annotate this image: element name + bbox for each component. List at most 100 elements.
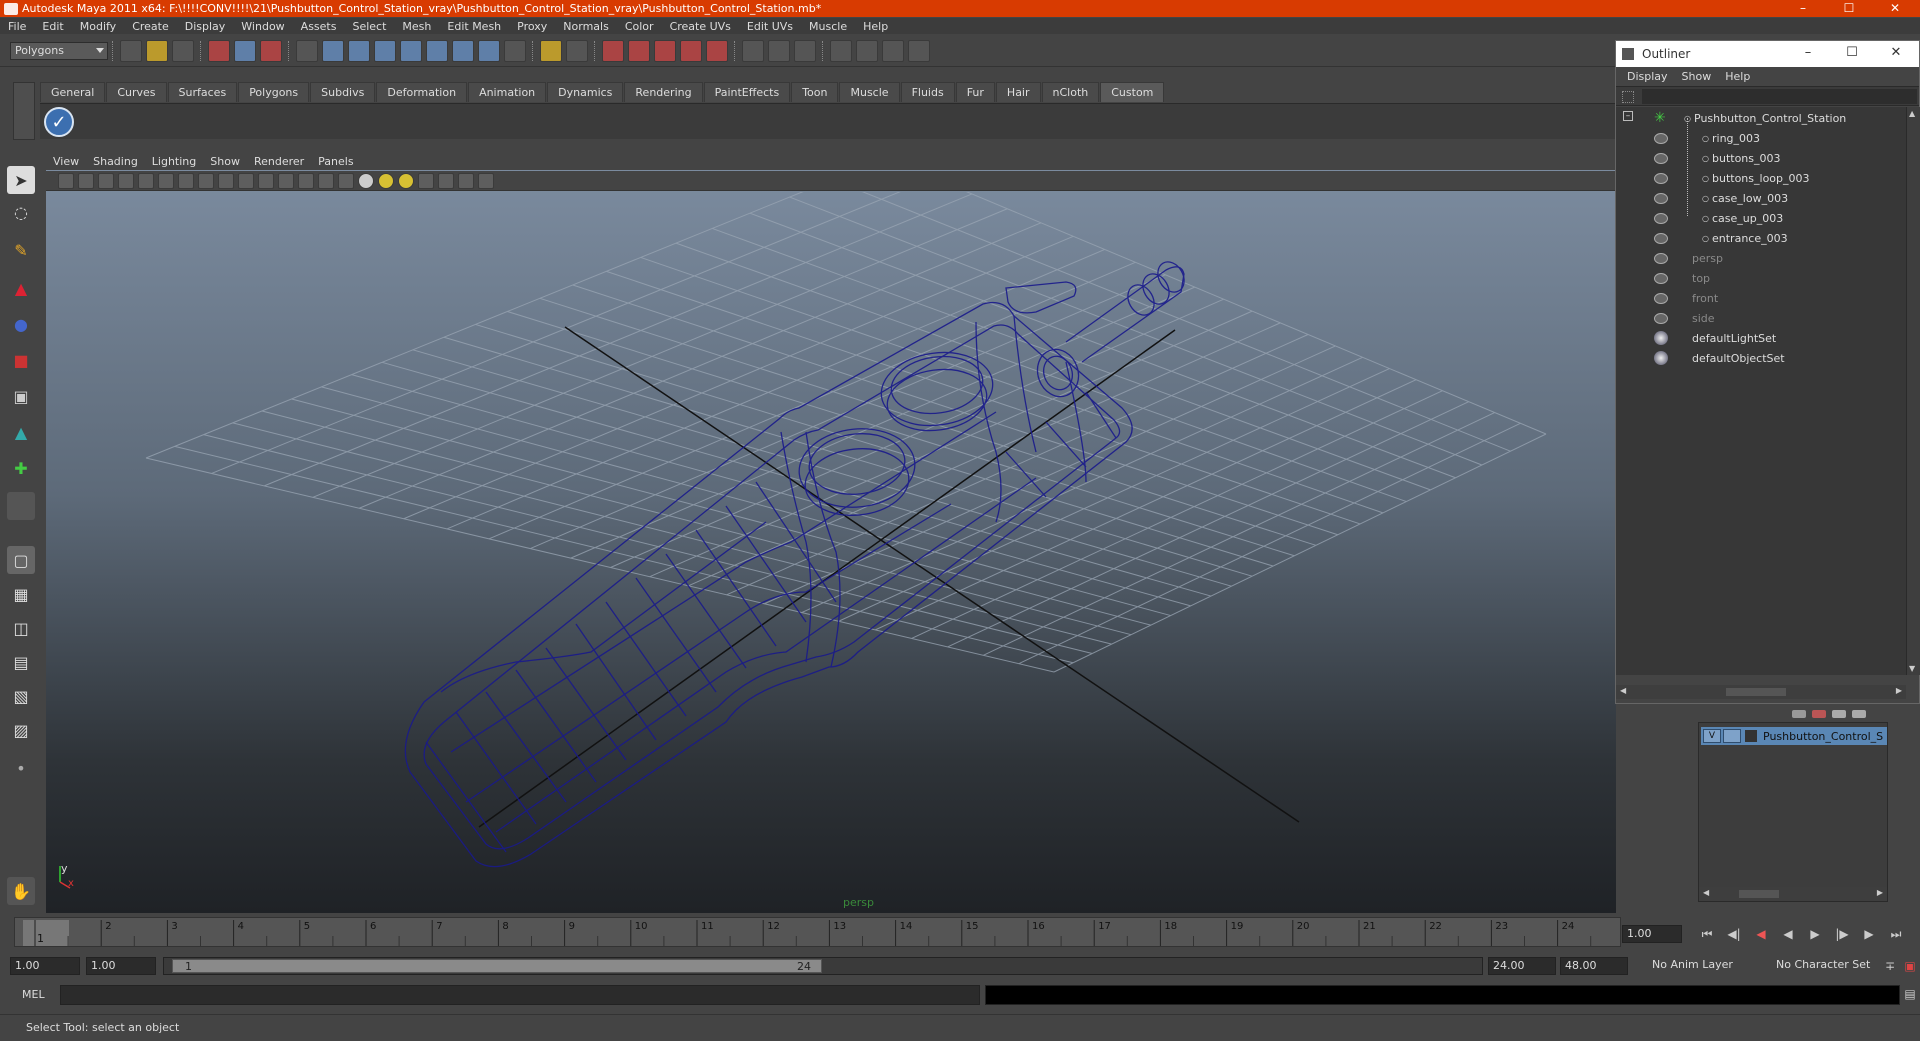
new-layer-selected-icon[interactable]: [1832, 710, 1846, 718]
all-lights-icon[interactable]: [378, 172, 394, 189]
bookmark-icon[interactable]: [98, 172, 114, 189]
outliner-item[interactable]: top: [1616, 268, 1906, 288]
scene-canvas[interactable]: y x persp: [46, 192, 1616, 913]
current-frame-field[interactable]: 1.00: [1622, 925, 1682, 943]
scroll-right-icon[interactable]: ▶: [1896, 686, 1902, 695]
shelf-tab-animation[interactable]: Animation: [468, 82, 547, 102]
menu-assets[interactable]: Assets: [293, 20, 345, 33]
xray-icon[interactable]: [438, 172, 454, 189]
single-perspective-layout-icon[interactable]: ▢: [7, 546, 35, 574]
range-slider-track[interactable]: 1 24: [163, 957, 1483, 975]
menu-display[interactable]: Display: [177, 20, 234, 33]
expand-dot-icon[interactable]: ○: [1702, 134, 1709, 143]
outliner-item[interactable]: ○ case_low_003: [1616, 188, 1906, 208]
shelf-tab-fur[interactable]: Fur: [955, 82, 995, 102]
magnet-icon[interactable]: [602, 39, 624, 62]
scroll-down-icon[interactable]: ▼: [1909, 664, 1915, 673]
pushbutton-control-station-wireframe[interactable]: [404, 257, 1189, 868]
paint-select-tool-icon[interactable]: ✎: [7, 236, 35, 264]
outliner-minimize-icon[interactable]: –: [1793, 45, 1823, 60]
outliner-item[interactable]: ○ ring_003: [1616, 128, 1906, 148]
scroll-thumb[interactable]: [1726, 688, 1786, 696]
layer-color-swatch[interactable]: [1745, 730, 1757, 742]
hypershade-layout-icon[interactable]: ▧: [7, 682, 35, 710]
animation-preferences-icon[interactable]: ▣: [1900, 957, 1920, 975]
viewport-menu-view[interactable]: View: [46, 155, 86, 168]
expand-dot-icon[interactable]: ○: [1702, 174, 1709, 183]
help-icon[interactable]: [504, 39, 526, 62]
safe-action-icon[interactable]: [238, 172, 254, 189]
move-tool-icon[interactable]: ▲: [7, 274, 35, 302]
show-channel-box-icon[interactable]: [882, 39, 904, 62]
character-set-dropdown[interactable]: No Character Set: [1772, 957, 1880, 975]
menu-window[interactable]: Window: [233, 20, 292, 33]
playback-end-field[interactable]: 24.00: [1488, 957, 1556, 975]
outliner-item[interactable]: ○ buttons_loop_003: [1616, 168, 1906, 188]
expand-dot-icon[interactable]: ○: [1702, 214, 1709, 223]
select-tool-icon[interactable]: ➤: [7, 166, 35, 194]
safe-title-icon[interactable]: [258, 172, 274, 189]
outliner-filter-input[interactable]: [1642, 89, 1917, 104]
outliner-item[interactable]: defaultLightSet: [1616, 328, 1906, 348]
outliner-menu-display[interactable]: Display: [1620, 70, 1675, 83]
menu-color[interactable]: Color: [617, 20, 662, 33]
minimize-icon[interactable]: –: [1780, 0, 1826, 17]
select-object-icon[interactable]: [234, 39, 256, 62]
shelf-tab-fluids[interactable]: Fluids: [900, 82, 955, 102]
soft-modification-icon[interactable]: ▲: [7, 418, 35, 446]
rotate-tool-icon[interactable]: ●: [7, 310, 35, 338]
viewport-menu-panels[interactable]: Panels: [311, 155, 360, 168]
mel-label[interactable]: MEL: [22, 988, 45, 1001]
persp-outliner-layout-icon[interactable]: ◫: [7, 614, 35, 642]
lasso-tool-icon[interactable]: ◌: [7, 198, 35, 226]
scale-tool-icon[interactable]: ■: [7, 346, 35, 374]
shelf-tab-dynamics[interactable]: Dynamics: [547, 82, 624, 102]
outliner-maximize-icon[interactable]: ☐: [1837, 45, 1867, 60]
layer-row[interactable]: V Pushbutton_Control_Stat: [1701, 727, 1887, 745]
shelf-tab-subdivs[interactable]: Subdivs: [310, 82, 376, 102]
outliner-vertical-scrollbar[interactable]: ▲ ▼: [1906, 107, 1920, 675]
ipr-render-icon[interactable]: [768, 39, 790, 62]
step-back-key-icon[interactable]: ◀|: [1724, 925, 1744, 943]
film-gate-icon[interactable]: [158, 172, 174, 189]
animation-end-field[interactable]: 48.00: [1560, 957, 1628, 975]
outliner-item[interactable]: ○ entrance_003: [1616, 228, 1906, 248]
animation-start-field[interactable]: 1.00: [10, 957, 80, 975]
viewport-menu-show[interactable]: Show: [203, 155, 247, 168]
scroll-thumb[interactable]: [1739, 890, 1779, 898]
command-input[interactable]: [60, 985, 980, 1005]
scroll-right-icon[interactable]: ▶: [1877, 888, 1883, 897]
menu-help[interactable]: Help: [855, 20, 896, 33]
menu-file[interactable]: File: [0, 20, 34, 33]
maximize-icon[interactable]: ☐: [1826, 0, 1872, 17]
viewport-menu-lighting[interactable]: Lighting: [145, 155, 203, 168]
snap-curves-icon[interactable]: [628, 39, 650, 62]
camera-attributes-icon[interactable]: [78, 172, 94, 189]
snap-points-icon[interactable]: [654, 39, 676, 62]
expand-dot-icon[interactable]: ○: [1702, 194, 1709, 203]
menu-normals[interactable]: Normals: [555, 20, 617, 33]
hand-grab-icon[interactable]: ✋: [7, 877, 35, 905]
select-component-icon[interactable]: [260, 39, 282, 62]
new-scene-icon[interactable]: [120, 39, 142, 62]
shelf-tab-painteffects[interactable]: PaintEffects: [703, 82, 791, 102]
layer-horizontal-scrollbar[interactable]: ◀ ▶: [1699, 887, 1887, 901]
close-icon[interactable]: ✕: [1872, 0, 1918, 17]
history-icon[interactable]: [452, 39, 474, 62]
shelf-tab-toon[interactable]: Toon: [791, 82, 839, 102]
outliner-item[interactable]: persp: [1616, 248, 1906, 268]
wireframe-on-shaded-icon[interactable]: [318, 172, 334, 189]
menu-muscle[interactable]: Muscle: [801, 20, 855, 33]
gate-mask-icon[interactable]: [198, 172, 214, 189]
select-camera-icon[interactable]: [58, 172, 74, 189]
grid-toggle-icon[interactable]: [138, 172, 154, 189]
live-surface-icon[interactable]: [706, 39, 728, 62]
snap-surface-icon[interactable]: [680, 39, 702, 62]
select-by-type-icon[interactable]: [296, 39, 318, 62]
menu-select[interactable]: Select: [344, 20, 394, 33]
shelf-tab-polygons[interactable]: Polygons: [238, 82, 310, 102]
show-manipulator-icon[interactable]: ✚: [7, 454, 35, 482]
go-to-start-icon[interactable]: ⏮: [1697, 925, 1717, 943]
wireframe-icon[interactable]: [278, 172, 294, 189]
smooth-shade-icon[interactable]: [298, 172, 314, 189]
